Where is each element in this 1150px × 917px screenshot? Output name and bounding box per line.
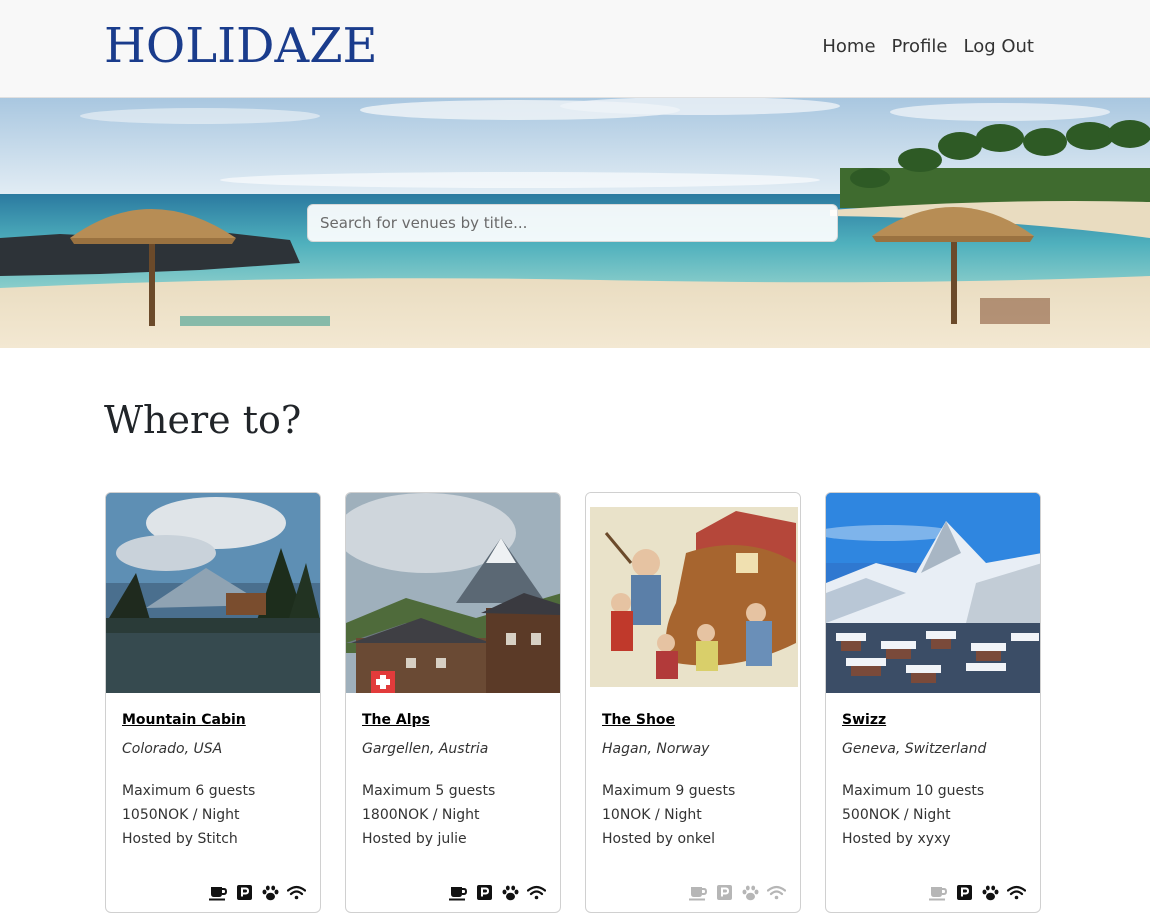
venue-card-body: Mountain Cabin Colorado, USA Maximum 6 g… bbox=[106, 693, 320, 851]
venue-price: 1050NOK / Night bbox=[122, 807, 240, 823]
venue-info: Maximum 6 guests 1050NOK / Night Hosted … bbox=[122, 779, 304, 851]
venue-info: Maximum 9 guests 10NOK / Night Hosted by… bbox=[602, 779, 784, 851]
nav-logout-link[interactable]: Log Out bbox=[963, 34, 1034, 60]
venue-card[interactable]: The Shoe Hagan, Norway Maximum 9 guests … bbox=[585, 492, 801, 913]
paw-icon bbox=[981, 883, 1000, 902]
page-title: Where to? bbox=[104, 398, 302, 442]
venue-search-input[interactable] bbox=[307, 204, 838, 242]
venue-max-guests: Maximum 10 guests bbox=[842, 783, 985, 799]
venue-title-link[interactable]: The Alps bbox=[362, 710, 544, 730]
paw-icon bbox=[501, 883, 520, 902]
site-header: HOLIDAZE Home Profile Log Out bbox=[0, 0, 1150, 98]
venue-card[interactable]: Mountain Cabin Colorado, USA Maximum 6 g… bbox=[105, 492, 321, 913]
venue-card-body: Swizz Geneva, Switzerland Maximum 10 gue… bbox=[826, 693, 1040, 851]
venue-title-link[interactable]: Swizz bbox=[842, 710, 1024, 730]
venue-location: Colorado, USA bbox=[122, 741, 223, 757]
venue-image[interactable] bbox=[106, 493, 320, 693]
venue-max-guests: Maximum 9 guests bbox=[602, 783, 736, 799]
paw-icon bbox=[741, 883, 760, 902]
venue-card[interactable]: The Alps Gargellen, Austria Maximum 5 gu… bbox=[345, 492, 561, 913]
venue-max-guests: Maximum 5 guests bbox=[362, 783, 496, 799]
venue-title-link[interactable]: The Shoe bbox=[602, 710, 784, 730]
amenities bbox=[929, 883, 1026, 902]
venue-info: Maximum 5 guests 1800NOK / Night Hosted … bbox=[362, 779, 544, 851]
venue-card-body: The Alps Gargellen, Austria Maximum 5 gu… bbox=[346, 693, 560, 851]
venue-image[interactable] bbox=[346, 493, 560, 693]
coffee-icon bbox=[449, 883, 468, 902]
venue-card-list: Mountain Cabin Colorado, USA Maximum 6 g… bbox=[105, 492, 1041, 913]
venue-max-guests: Maximum 6 guests bbox=[122, 783, 256, 799]
venue-image[interactable] bbox=[826, 493, 1040, 693]
venue-location: Gargellen, Austria bbox=[362, 741, 489, 757]
wifi-icon bbox=[767, 883, 786, 902]
parking-icon bbox=[235, 883, 254, 902]
venue-card-body: The Shoe Hagan, Norway Maximum 9 guests … bbox=[586, 693, 800, 851]
amenities bbox=[449, 883, 546, 902]
coffee-icon bbox=[689, 883, 708, 902]
venue-host: Hosted by Stitch bbox=[122, 831, 238, 847]
parking-icon bbox=[955, 883, 974, 902]
venue-info: Maximum 10 guests 500NOK / Night Hosted … bbox=[842, 779, 1024, 851]
venue-price: 500NOK / Night bbox=[842, 807, 951, 823]
parking-icon bbox=[715, 883, 734, 902]
venue-price: 10NOK / Night bbox=[602, 807, 702, 823]
main-nav: Home Profile Log Out bbox=[822, 34, 1034, 60]
hero-banner bbox=[0, 98, 1150, 348]
amenities bbox=[209, 883, 306, 902]
venue-host: Hosted by xyxy bbox=[842, 831, 951, 847]
wifi-icon bbox=[1007, 883, 1026, 902]
venue-card[interactable]: Swizz Geneva, Switzerland Maximum 10 gue… bbox=[825, 492, 1041, 913]
nav-home-link[interactable]: Home bbox=[822, 34, 875, 60]
amenities bbox=[689, 883, 786, 902]
coffee-icon bbox=[929, 883, 948, 902]
venue-host: Hosted by onkel bbox=[602, 831, 715, 847]
paw-icon bbox=[261, 883, 280, 902]
venue-image[interactable] bbox=[586, 493, 800, 693]
wifi-icon bbox=[287, 883, 306, 902]
logo[interactable]: HOLIDAZE bbox=[104, 16, 378, 76]
venue-location: Geneva, Switzerland bbox=[842, 741, 987, 757]
wifi-icon bbox=[527, 883, 546, 902]
parking-icon bbox=[475, 883, 494, 902]
venue-host: Hosted by julie bbox=[362, 831, 467, 847]
coffee-icon bbox=[209, 883, 228, 902]
nav-profile-link[interactable]: Profile bbox=[892, 34, 948, 60]
venue-location: Hagan, Norway bbox=[602, 741, 710, 757]
venue-title-link[interactable]: Mountain Cabin bbox=[122, 710, 304, 730]
venue-price: 1800NOK / Night bbox=[362, 807, 480, 823]
